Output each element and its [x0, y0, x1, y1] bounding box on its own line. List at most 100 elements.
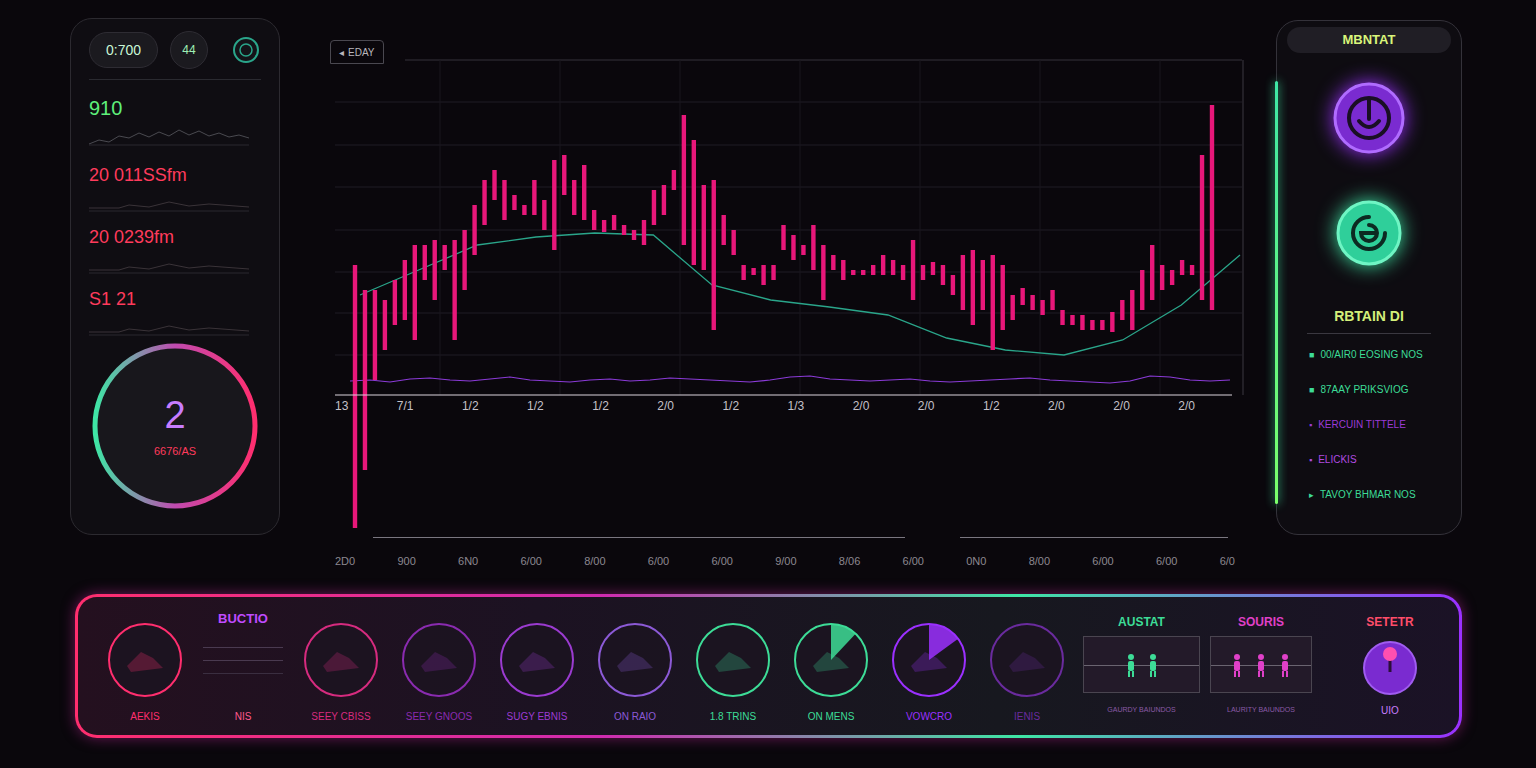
- status-panel: 0:7004491020 011SSfm20 0239fmS1 2126676/…: [70, 18, 280, 535]
- knob-label: UIO: [1381, 704, 1399, 717]
- figure-icon: [1148, 653, 1158, 677]
- x-tick: 1/2: [527, 398, 544, 414]
- control-dial[interactable]: ON MENS: [782, 597, 880, 735]
- badge[interactable]: 44: [170, 31, 208, 69]
- legend-marker: ▪: [1309, 418, 1312, 432]
- status-header: 0:700 44: [89, 31, 261, 69]
- candle-bar: [901, 265, 905, 280]
- control-group: AUSTATGAURDY BAIUNDOS: [1083, 597, 1200, 735]
- tag-label: EDAY: [348, 45, 375, 60]
- control-label: VOWCRO: [906, 710, 952, 723]
- status-ring-icon[interactable]: [231, 35, 261, 65]
- x-tick: 2/0: [1113, 398, 1130, 414]
- legend-marker: ▸: [1309, 488, 1314, 502]
- legend-marker: ■: [1309, 383, 1314, 397]
- legend-label: 87AAY PRIKSVIOG: [1320, 383, 1408, 397]
- candle-bar: [981, 260, 985, 310]
- legend-item[interactable]: ▪KERCUIN TITTELE: [1309, 418, 1451, 432]
- control-dial[interactable]: 1.8 TRINS: [684, 597, 782, 735]
- group-box[interactable]: [1083, 636, 1200, 693]
- axis-segment: [960, 537, 1228, 538]
- candle-bar: [512, 195, 516, 210]
- candle-bar: [891, 260, 895, 275]
- x-tick: 0N0: [966, 554, 986, 568]
- candle-bar: [911, 240, 915, 300]
- control-label: NIS: [235, 710, 252, 723]
- control-dial[interactable]: SEEY CBISS: [292, 597, 390, 735]
- chart-tag[interactable]: ◂EDAY: [330, 40, 384, 64]
- dial-icon[interactable]: [891, 622, 967, 698]
- control-dial[interactable]: SUGY EBNIS: [488, 597, 586, 735]
- top-section: 0:7004491020 011SSfm20 0239fmS1 2126676/…: [0, 0, 1536, 576]
- side-panel: MBNTATRBTAIN DI■00/AIR0 EOSING NOS■87AAY…: [1276, 20, 1462, 535]
- dial-fill: [831, 624, 856, 660]
- candle-bar: [482, 180, 486, 225]
- control-label: IENIS: [1014, 710, 1040, 723]
- dial-icon[interactable]: [695, 622, 771, 698]
- grid-line: [335, 102, 1242, 103]
- figure-icon: [1126, 653, 1136, 677]
- grid-line: [335, 313, 1242, 314]
- candle-bar: [1030, 295, 1034, 310]
- x-tick: 6/00: [1092, 554, 1113, 568]
- dial-icon[interactable]: [499, 622, 575, 698]
- spiral-icon[interactable]: [1335, 199, 1403, 267]
- control-dial[interactable]: AEKIS: [96, 597, 194, 735]
- candle-bar: [602, 220, 606, 232]
- x-tick: 8/06: [839, 554, 860, 568]
- grid-line: [335, 230, 1242, 231]
- control-label: SEEY GNOOS: [406, 710, 473, 723]
- dial-icon[interactable]: [793, 622, 869, 698]
- x-tick: 1/2: [592, 398, 609, 414]
- control-label: 1.8 TRINS: [710, 710, 757, 723]
- secondary-axis-labels: 2D09006N06/008/006/006/009/008/066/000N0…: [335, 554, 1235, 568]
- grid-line: [920, 60, 921, 395]
- group-line: [1084, 665, 1199, 666]
- candle-bar: [692, 140, 696, 265]
- control-dial[interactable]: IENIS: [978, 597, 1076, 735]
- candle-bar: [1120, 300, 1124, 320]
- candle-bar: [741, 265, 745, 280]
- control-dial[interactable]: ON RAIO: [586, 597, 684, 735]
- grid-line: [335, 145, 1242, 146]
- candle-bar: [532, 180, 536, 215]
- control-dial[interactable]: SEEY GNOOS: [390, 597, 488, 735]
- knob-icon[interactable]: [1362, 640, 1418, 696]
- dial-icon[interactable]: [989, 622, 1065, 698]
- reading-value: 20 011SSfm: [89, 164, 261, 186]
- legend-item[interactable]: ▸TAVOY BHMAR NOS: [1309, 488, 1451, 502]
- candle-bar: [722, 215, 726, 245]
- candle-bar: [1010, 295, 1014, 320]
- drop-icon[interactable]: [1332, 81, 1406, 155]
- secondary-axis: [330, 537, 1245, 538]
- candle-bar: [1070, 315, 1074, 325]
- info-title: BUCTIO: [218, 611, 268, 627]
- x-tick: 2/0: [657, 398, 674, 414]
- control-dial[interactable]: VOWCRO: [880, 597, 978, 735]
- dial-icon[interactable]: [303, 622, 379, 698]
- candle-bar: [751, 268, 755, 275]
- grid-line: [680, 60, 681, 395]
- candle-bar: [642, 220, 646, 245]
- info-line: [203, 647, 283, 648]
- dial-fill: [929, 624, 958, 660]
- legend-item[interactable]: ■00/AIR0 EOSING NOS: [1309, 348, 1451, 362]
- candle-bar: [403, 260, 407, 320]
- dial-icon[interactable]: [597, 622, 673, 698]
- legend-item[interactable]: ▪ELICKIS: [1309, 453, 1451, 467]
- legend-item[interactable]: ■ 87AAY PRIKSVIOG: [1309, 383, 1451, 397]
- time-pill[interactable]: 0:700: [89, 32, 158, 68]
- group-caption: GAURDY BAIUNDOS: [1107, 705, 1175, 714]
- group-title: SOURIS: [1238, 615, 1284, 630]
- group-box[interactable]: [1210, 636, 1312, 693]
- dial-icon[interactable]: [107, 622, 183, 698]
- dial-icon[interactable]: [401, 622, 477, 698]
- grid-line: [800, 60, 801, 395]
- grid-line: [440, 60, 441, 395]
- candle-bar: [702, 185, 706, 270]
- candle-chart: [330, 40, 1245, 540]
- control-bar-inner: AEKIS BUCTIO NIS SEEY CBISS SEEY GNOOS SUGY E…: [78, 597, 1459, 735]
- x-tick: 1/3: [788, 398, 805, 414]
- knob-title: SETETR: [1366, 615, 1413, 630]
- candle-bar: [1090, 320, 1094, 330]
